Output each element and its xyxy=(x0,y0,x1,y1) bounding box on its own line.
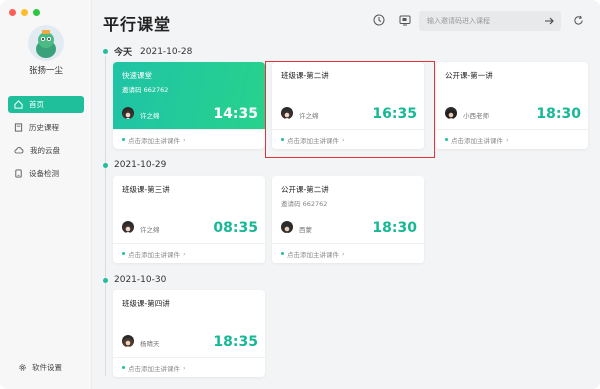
teacher-name: 小西老师 xyxy=(463,112,489,120)
sidebar-item-device-check[interactable]: 设备检测 xyxy=(8,165,84,182)
date-dot xyxy=(103,162,108,168)
course-title: 班级课-第四讲 xyxy=(122,299,170,308)
course-time: 18:30 xyxy=(536,106,581,122)
course-title: 公开课-第一讲 xyxy=(445,71,493,80)
sidebar-item-label: 设备检测 xyxy=(29,169,59,178)
course-card[interactable]: 公开课-第二讲 邀请码 662762 西蒙 18:30 点击添加主讲课件 › xyxy=(272,176,424,263)
date-header: 2021-10-30 xyxy=(103,275,166,285)
settings-button[interactable]: 软件设置 xyxy=(18,362,62,373)
sidebar-item-label: 首页 xyxy=(29,100,44,109)
timeline-line xyxy=(105,56,106,376)
maximize-window-button[interactable] xyxy=(33,9,40,16)
course-card[interactable]: 班级课-第三讲 许之绵 08:35 点击添加主讲课件 › xyxy=(113,176,265,263)
gear-icon xyxy=(19,364,26,371)
book-icon xyxy=(14,123,23,132)
teacher-avatar xyxy=(122,107,134,119)
home-icon xyxy=(14,100,23,109)
main-area: 平行课堂 输入邀请码进入课程 今天 2021-10-28 快速课堂 邀请码 66… xyxy=(93,0,600,389)
course-card[interactable]: 快速课堂 邀请码 662762 许之绵 14:35 点击添加主讲课件 › xyxy=(113,62,265,149)
teacher-name: 西蒙 xyxy=(299,226,312,234)
course-title: 班级课-第三讲 xyxy=(122,185,170,194)
add-courseware-button[interactable]: 点击添加主讲课件 › xyxy=(113,357,265,377)
add-courseware-label: 点击添加主讲课件 xyxy=(128,250,180,259)
teacher-avatar xyxy=(281,221,293,233)
bullet-icon xyxy=(122,366,125,369)
sidebar-item-cloud[interactable]: 我的云盘 xyxy=(8,142,84,159)
bullet-icon xyxy=(445,138,448,141)
add-courseware-button[interactable]: 点击添加主讲课件 › xyxy=(113,129,265,149)
invite-code-input[interactable]: 输入邀请码进入课程 xyxy=(419,11,561,31)
bullet-icon xyxy=(122,252,125,255)
invite-code: 邀请码 662762 xyxy=(122,86,169,94)
device-icon xyxy=(15,169,22,178)
bullet-icon xyxy=(122,138,125,141)
date-dot xyxy=(103,277,108,283)
minimize-window-button[interactable] xyxy=(21,9,28,16)
page-title: 平行课堂 xyxy=(103,15,172,34)
course-time: 18:35 xyxy=(213,334,258,350)
teacher-avatar xyxy=(122,221,134,233)
chevron-right-icon: › xyxy=(342,249,345,258)
date-header: 今天 2021-10-28 xyxy=(103,45,192,58)
add-courseware-label: 点击添加主讲课件 xyxy=(451,136,503,145)
teacher-name: 杨晴天 xyxy=(140,340,160,348)
date-label: 2021-10-28 xyxy=(140,46,193,57)
add-courseware-button[interactable]: 点击添加主讲课件 › xyxy=(113,243,265,263)
sidebar-item-home[interactable]: 首页 xyxy=(8,96,84,113)
add-courseware-button[interactable]: 点击添加主讲课件 › xyxy=(272,243,424,263)
date-label: 2021-10-30 xyxy=(114,275,167,285)
teacher-name: 许之绵 xyxy=(140,112,160,120)
course-card[interactable]: 公开课-第一讲 小西老师 18:30 点击添加主讲课件 › xyxy=(436,62,588,149)
add-courseware-label: 点击添加主讲课件 xyxy=(128,364,180,373)
close-window-button[interactable] xyxy=(9,9,16,16)
window-controls xyxy=(9,9,40,16)
chevron-right-icon: › xyxy=(183,135,186,144)
username: 张扬一尘 xyxy=(28,66,63,76)
sidebar-nav: 首页 历史课程 我的云盘 设备检测 xyxy=(8,96,84,188)
settings-label: 软件设置 xyxy=(32,363,62,372)
course-card[interactable]: 班级课-第四讲 杨晴天 18:35 点击添加主讲课件 › xyxy=(113,290,265,377)
date-header: 2021-10-29 xyxy=(103,160,166,170)
date-dot xyxy=(103,49,108,54)
course-time: 18:30 xyxy=(372,220,417,236)
course-title: 公开课-第二讲 xyxy=(281,185,329,194)
add-courseware-button[interactable]: 点击添加主讲课件 › xyxy=(436,129,588,149)
screen-icon[interactable] xyxy=(399,14,411,26)
refresh-icon[interactable] xyxy=(573,15,584,26)
app-window: 张扬一尘 首页 历史课程 我的云盘 设备检测 软件设置 平行课堂 输入邀请码进入… xyxy=(0,0,600,389)
course-title: 快速课堂 xyxy=(122,71,152,80)
today-label: 今天 xyxy=(114,48,133,58)
sidebar-item-label: 我的云盘 xyxy=(30,146,60,155)
date-label: 2021-10-29 xyxy=(114,160,167,170)
selection-highlight xyxy=(265,61,435,158)
clock-icon[interactable] xyxy=(373,14,385,26)
teacher-name: 许之绵 xyxy=(140,226,160,234)
chevron-right-icon: › xyxy=(183,249,186,258)
sidebar-item-label: 历史课程 xyxy=(29,123,59,132)
sidebar: 张扬一尘 首页 历史课程 我的云盘 设备检测 软件设置 xyxy=(0,0,92,389)
teacher-avatar xyxy=(122,335,134,347)
chevron-right-icon: › xyxy=(506,135,509,144)
course-time: 14:35 xyxy=(213,106,258,122)
sidebar-item-history[interactable]: 历史课程 xyxy=(8,119,84,136)
chevron-right-icon: › xyxy=(183,363,186,372)
add-courseware-label: 点击添加主讲课件 xyxy=(287,250,339,259)
teacher-avatar xyxy=(445,107,457,119)
course-time: 08:35 xyxy=(213,220,258,236)
arrow-right-icon[interactable] xyxy=(544,16,555,26)
cloud-icon xyxy=(14,147,24,154)
add-courseware-label: 点击添加主讲课件 xyxy=(128,136,180,145)
bullet-icon xyxy=(281,252,284,255)
avatar[interactable] xyxy=(28,25,64,61)
search-placeholder: 输入邀请码进入课程 xyxy=(427,17,490,25)
invite-code: 邀请码 662762 xyxy=(281,200,328,208)
